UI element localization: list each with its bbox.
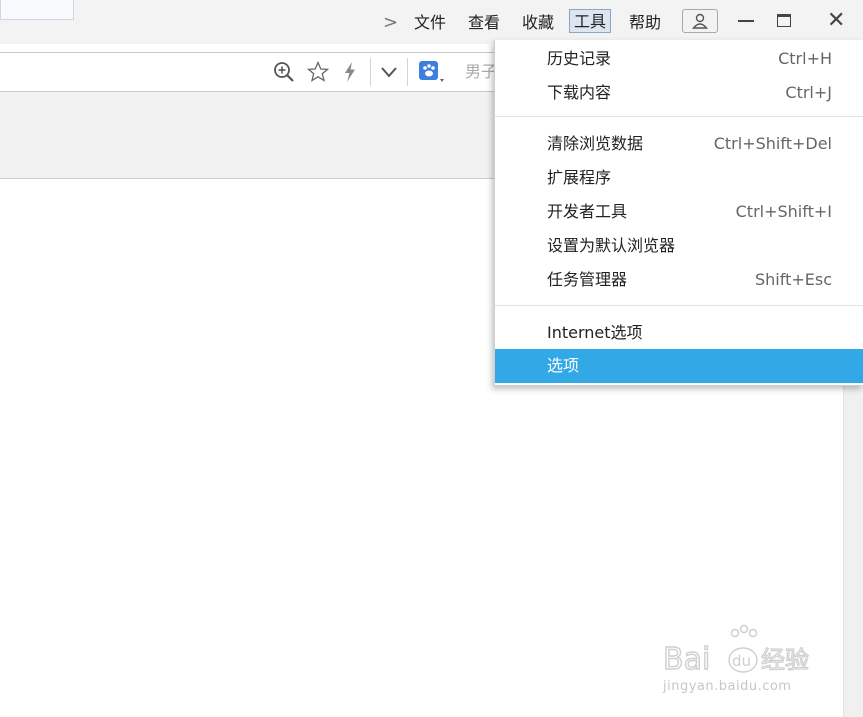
menu-item-label: 设置为默认浏览器 bbox=[547, 236, 676, 255]
lightning-icon[interactable] bbox=[338, 60, 362, 84]
menu-item-shortcut: Ctrl+Shift+I bbox=[735, 202, 832, 221]
chevron-down-icon[interactable] bbox=[377, 60, 401, 84]
menu-item-label: 清除浏览数据 bbox=[547, 134, 644, 153]
minimize-icon[interactable] bbox=[738, 20, 754, 22]
menu-item-shortcut: Shift+Esc bbox=[754, 270, 832, 289]
menu-item-extensions[interactable]: 扩展程序 bbox=[495, 161, 863, 195]
menu-item-label: 扩展程序 bbox=[547, 168, 612, 187]
watermark-suffix: 经验 bbox=[761, 646, 809, 674]
close-icon[interactable]: ✕ bbox=[827, 8, 845, 34]
menu-item-history[interactable]: 历史记录 Ctrl+H bbox=[495, 42, 863, 76]
menu-item-label: 下载内容 bbox=[547, 83, 612, 102]
menu-item-internet-options[interactable]: Internet选项 bbox=[495, 316, 863, 350]
menu-separator bbox=[495, 116, 863, 117]
menu-item-label: 任务管理器 bbox=[547, 270, 628, 289]
user-button[interactable] bbox=[682, 9, 718, 33]
toolbar-separator bbox=[407, 58, 408, 86]
menu-favorites[interactable]: 收藏 bbox=[519, 10, 557, 35]
menu-item-label: 历史记录 bbox=[547, 49, 612, 68]
menu-item-label: 选项 bbox=[547, 356, 580, 375]
menu-more-chevron[interactable]: > bbox=[383, 10, 398, 35]
menu-item-shortcut: Ctrl+H bbox=[778, 49, 832, 68]
watermark-brand: Bai bbox=[663, 642, 710, 677]
watermark-paw: du bbox=[732, 652, 751, 670]
menu-separator bbox=[495, 305, 863, 306]
search-input[interactable]: 男子 bbox=[465, 59, 497, 85]
menu-help[interactable]: 帮助 bbox=[626, 10, 664, 35]
user-icon bbox=[692, 13, 708, 29]
star-icon[interactable] bbox=[306, 60, 330, 84]
menu-item-task-manager[interactable]: 任务管理器 Shift+Esc bbox=[495, 263, 863, 297]
menu-item-options[interactable]: 选项 bbox=[495, 349, 863, 383]
menu-view[interactable]: 查看 bbox=[465, 10, 503, 35]
menu-item-clear-browsing-data[interactable]: 清除浏览数据 Ctrl+Shift+Del bbox=[495, 127, 863, 161]
tools-dropdown-menu: 历史记录 Ctrl+H 下载内容 Ctrl+J 清除浏览数据 Ctrl+Shif… bbox=[494, 40, 863, 386]
maximize-icon[interactable] bbox=[777, 14, 791, 27]
menu-item-shortcut: Ctrl+Shift+Del bbox=[713, 134, 832, 153]
zoom-in-icon[interactable] bbox=[272, 60, 296, 84]
menu-item-label: 开发者工具 bbox=[547, 202, 628, 221]
tab-stub[interactable] bbox=[0, 0, 74, 20]
menu-item-set-default-browser[interactable]: 设置为默认浏览器 bbox=[495, 229, 863, 263]
menu-item-label: Internet选项 bbox=[547, 323, 643, 342]
menu-item-shortcut: Ctrl+J bbox=[785, 83, 832, 102]
toolbar-separator bbox=[370, 58, 371, 86]
menu-item-developer-tools[interactable]: 开发者工具 Ctrl+Shift+I bbox=[495, 195, 863, 229]
menu-file[interactable]: 文件 bbox=[411, 10, 449, 35]
watermark-domain: jingyan.baidu.com bbox=[663, 679, 792, 694]
baidu-paw-icon[interactable] bbox=[418, 60, 444, 84]
menu-item-downloads[interactable]: 下载内容 Ctrl+J bbox=[495, 76, 863, 110]
menu-tools[interactable]: 工具 bbox=[569, 9, 612, 33]
